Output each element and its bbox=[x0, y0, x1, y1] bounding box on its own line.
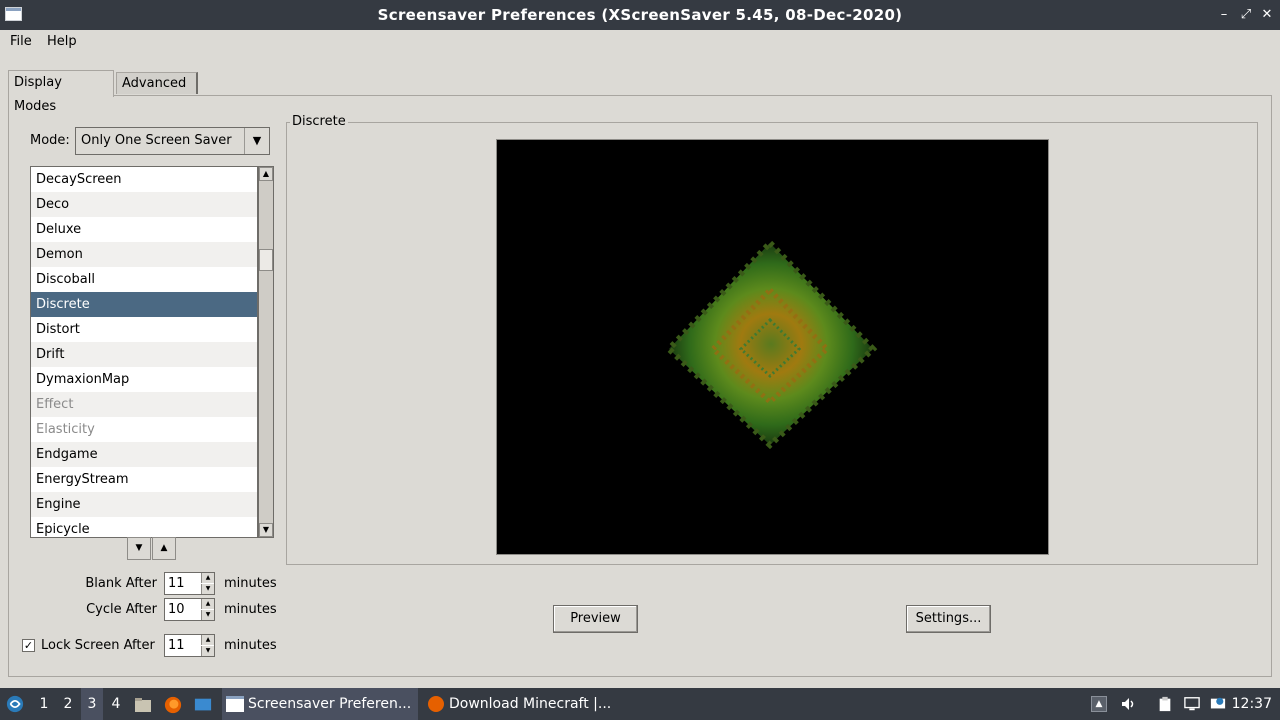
list-item[interactable]: Deluxe bbox=[31, 217, 257, 242]
workspace-2[interactable]: 2 bbox=[57, 688, 79, 720]
blank-after-label: Blank After bbox=[85, 576, 157, 591]
workspace-4[interactable]: 4 bbox=[105, 688, 127, 720]
stepper-up-icon[interactable]: ▲ bbox=[201, 573, 214, 583]
list-item[interactable]: Elasticity bbox=[31, 417, 257, 442]
settings-button[interactable]: Settings... bbox=[906, 605, 991, 633]
list-item[interactable]: DymaxionMap bbox=[31, 367, 257, 392]
tray-expand-icon[interactable]: ▲ bbox=[1091, 696, 1107, 712]
lock-after-unit: minutes bbox=[224, 638, 277, 653]
mode-label: Mode: bbox=[30, 133, 70, 148]
tab-display-modes[interactable]: Display Modes bbox=[8, 70, 114, 114]
scroll-thumb[interactable] bbox=[259, 249, 273, 271]
preview-group-title: Discrete bbox=[290, 114, 348, 129]
window-title: Screensaver Preferences (XScreenSaver 5.… bbox=[377, 6, 903, 24]
list-item[interactable]: Epicycle bbox=[31, 517, 257, 537]
stepper-up-icon[interactable]: ▲ bbox=[201, 599, 214, 609]
cycle-after-stepper[interactable]: 10 ▲ ▼ bbox=[164, 598, 215, 621]
list-item[interactable]: Endgame bbox=[31, 442, 257, 467]
lock-after-stepper[interactable]: 11 ▲ ▼ bbox=[164, 634, 215, 657]
stepper-down-icon[interactable]: ▼ bbox=[201, 646, 214, 656]
list-item[interactable]: Effect bbox=[31, 392, 257, 417]
file-manager-icon[interactable] bbox=[134, 696, 152, 714]
screensaver-list[interactable]: DecayScreen Deco Deluxe Demon Discoball Discr… bbox=[30, 166, 258, 538]
title-bar: Screensaver Preferences (XScreenSaver 5.… bbox=[0, 0, 1280, 30]
close-icon[interactable]: ✕ bbox=[1258, 5, 1276, 25]
previous-saver-button[interactable]: ▲ bbox=[152, 537, 176, 560]
volume-icon[interactable] bbox=[1120, 696, 1136, 712]
firefox-icon[interactable] bbox=[164, 696, 182, 714]
window-icon bbox=[226, 696, 244, 712]
list-item[interactable]: Deco bbox=[31, 192, 257, 217]
start-menu-icon[interactable] bbox=[6, 695, 24, 713]
chevron-down-icon[interactable]: ▼ bbox=[244, 128, 269, 154]
task-label: Download Minecraft |... bbox=[449, 696, 612, 712]
menu-bar: File Help bbox=[0, 30, 1280, 54]
workspace-1[interactable]: 1 bbox=[33, 688, 55, 720]
task-download-minecraft[interactable]: Download Minecraft |... bbox=[424, 688, 620, 720]
clipboard-icon[interactable] bbox=[1157, 696, 1173, 712]
cycle-after-value: 10 bbox=[168, 602, 185, 617]
list-item[interactable]: DecayScreen bbox=[31, 167, 257, 192]
list-item[interactable]: Distort bbox=[31, 317, 257, 342]
blank-after-value: 11 bbox=[168, 576, 185, 591]
mode-select[interactable]: Only One Screen Saver ▼ bbox=[75, 127, 270, 155]
list-item[interactable]: Engine bbox=[31, 492, 257, 517]
firefox-icon bbox=[428, 696, 444, 712]
lock-after-value: 11 bbox=[168, 638, 185, 653]
taskbar: 1 2 3 4 Screensaver Preferen... Download… bbox=[0, 688, 1280, 720]
lock-screen-label[interactable]: Lock Screen After bbox=[41, 638, 155, 653]
preview-fractal-image bbox=[664, 238, 878, 450]
lock-screen-checkbox[interactable]: ✓ bbox=[22, 639, 35, 652]
blank-after-stepper[interactable]: 11 ▲ ▼ bbox=[164, 572, 215, 595]
check-icon: ✓ bbox=[23, 639, 34, 652]
task-label: Screensaver Preferen... bbox=[248, 696, 412, 712]
list-item[interactable]: Discoball bbox=[31, 267, 257, 292]
display-icon[interactable] bbox=[1184, 696, 1200, 712]
scroll-up-icon[interactable]: ▲ bbox=[259, 167, 273, 181]
list-item[interactable]: Drift bbox=[31, 342, 257, 367]
scroll-down-icon[interactable]: ▼ bbox=[259, 523, 273, 537]
next-saver-button[interactable]: ▼ bbox=[127, 537, 151, 560]
notification-icon[interactable] bbox=[1210, 696, 1226, 712]
stepper-down-icon[interactable]: ▼ bbox=[201, 610, 214, 620]
list-item[interactable]: EnergyStream bbox=[31, 467, 257, 492]
preview-button[interactable]: Preview bbox=[553, 605, 638, 633]
menu-help[interactable]: Help bbox=[47, 30, 77, 54]
list-scrollbar[interactable]: ▲ ▼ bbox=[258, 166, 274, 538]
workspace-3[interactable]: 3 bbox=[81, 688, 103, 720]
desktop-icon[interactable] bbox=[194, 696, 212, 714]
cycle-after-label: Cycle After bbox=[86, 602, 157, 617]
stepper-up-icon[interactable]: ▲ bbox=[201, 635, 214, 645]
clock[interactable]: 12:37 bbox=[1232, 688, 1272, 720]
minimize-icon[interactable]: – bbox=[1215, 5, 1233, 25]
maximize-icon[interactable]: ⤢ bbox=[1237, 5, 1255, 25]
list-item[interactable]: Discrete bbox=[31, 292, 257, 317]
tab-advanced[interactable]: Advanced bbox=[116, 72, 198, 94]
task-screensaver-preferences[interactable]: Screensaver Preferen... bbox=[222, 688, 418, 720]
stepper-down-icon[interactable]: ▼ bbox=[201, 584, 214, 594]
blank-after-unit: minutes bbox=[224, 576, 277, 591]
screensaver-preview bbox=[496, 139, 1049, 555]
mode-value: Only One Screen Saver bbox=[81, 133, 232, 148]
list-item[interactable]: Demon bbox=[31, 242, 257, 267]
cycle-after-unit: minutes bbox=[224, 602, 277, 617]
menu-file[interactable]: File bbox=[10, 30, 32, 54]
